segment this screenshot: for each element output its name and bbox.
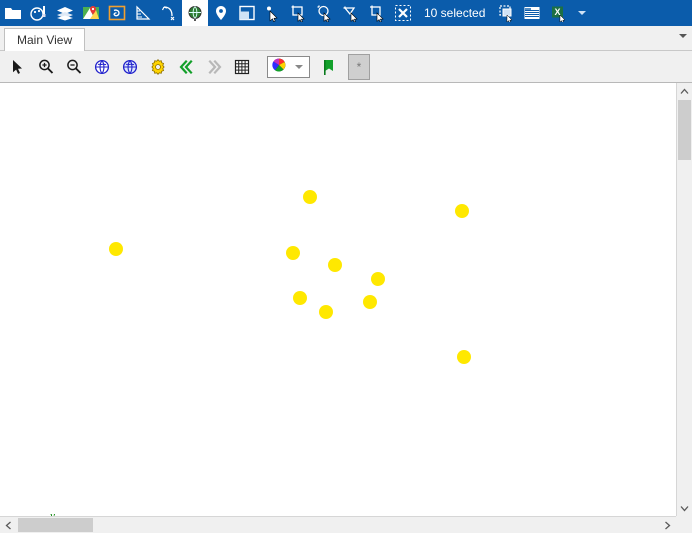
open-folder-icon[interactable] <box>0 0 26 26</box>
profile-curve-icon[interactable] <box>156 0 182 26</box>
tab-overflow-caret-icon[interactable] <box>679 34 687 38</box>
scatter-point[interactable] <box>286 246 300 260</box>
selection-count-label: 10 selected <box>424 6 486 20</box>
scroll-right-arrow-icon[interactable] <box>659 517 676 533</box>
tab-main-view-label: Main View <box>17 33 73 47</box>
horizontal-scrollbar[interactable] <box>0 516 692 533</box>
scatter-point[interactable] <box>371 272 385 286</box>
zoom-selection-icon[interactable] <box>117 54 143 80</box>
overflow-caret-icon[interactable] <box>571 0 593 26</box>
bookmark-flag-icon[interactable] <box>316 54 342 80</box>
attribute-table-icon[interactable] <box>519 0 545 26</box>
select-rectangle-icon[interactable] <box>286 0 312 26</box>
style-palette-icon[interactable] <box>26 0 52 26</box>
scatter-point[interactable] <box>455 204 469 218</box>
view-toolbar: * <box>0 51 692 83</box>
zoom-in-icon[interactable] <box>33 54 59 80</box>
invert-selection-icon[interactable] <box>493 0 519 26</box>
map-pin-icon[interactable] <box>78 0 104 26</box>
main-ribbon-toolbar: 10 selected X <box>0 0 692 26</box>
scroll-up-arrow-icon[interactable] <box>677 83 692 99</box>
favorite-star-label: * <box>356 59 362 74</box>
select-circle-icon[interactable] <box>312 0 338 26</box>
scatter-point[interactable] <box>457 350 471 364</box>
chevron-down-icon[interactable] <box>295 64 303 69</box>
scrollbar-corner <box>676 516 692 533</box>
select-box-icon[interactable] <box>364 0 390 26</box>
zoom-out-icon[interactable] <box>61 54 87 80</box>
vertical-scrollbar-thumb[interactable] <box>678 100 691 160</box>
basemap-icon[interactable] <box>104 0 130 26</box>
scroll-down-arrow-icon[interactable] <box>677 500 692 516</box>
select-point-icon[interactable] <box>260 0 286 26</box>
color-palette-icon <box>270 56 290 77</box>
previous-view-icon[interactable] <box>173 54 199 80</box>
pointer-tool-icon[interactable] <box>5 54 31 80</box>
select-polygon-icon[interactable] <box>338 0 364 26</box>
settings-gear-icon[interactable] <box>145 54 171 80</box>
globe-icon[interactable] <box>182 0 208 26</box>
window-frame-icon[interactable] <box>234 0 260 26</box>
scatter-point[interactable] <box>109 242 123 256</box>
next-view-icon[interactable] <box>201 54 227 80</box>
scatter-point[interactable] <box>363 295 377 309</box>
favorite-star-button[interactable]: * <box>348 53 370 80</box>
scatter-point[interactable] <box>303 190 317 204</box>
application-window: 10 selected X Main View * y <box>0 0 692 533</box>
vertical-scrollbar[interactable] <box>676 83 692 516</box>
zoom-extent-icon[interactable] <box>89 54 115 80</box>
horizontal-scrollbar-thumb[interactable] <box>18 518 93 532</box>
measure-ruler-icon[interactable] <box>130 0 156 26</box>
svg-text:X: X <box>555 7 561 17</box>
layers-icon[interactable] <box>52 0 78 26</box>
map-canvas[interactable]: y x z 100m <box>0 83 677 516</box>
grid-icon[interactable] <box>229 54 255 80</box>
scatter-point[interactable] <box>328 258 342 272</box>
scatter-point[interactable] <box>293 291 307 305</box>
location-pin-icon[interactable] <box>208 0 234 26</box>
clear-selection-icon[interactable] <box>390 0 416 26</box>
export-excel-icon[interactable]: X <box>545 0 571 26</box>
color-palette-combo[interactable] <box>267 55 310 78</box>
tab-main-view[interactable]: Main View <box>4 28 86 51</box>
view-tab-strip: Main View <box>0 26 692 51</box>
scatter-point[interactable] <box>319 305 333 319</box>
scroll-left-arrow-icon[interactable] <box>0 517 17 533</box>
